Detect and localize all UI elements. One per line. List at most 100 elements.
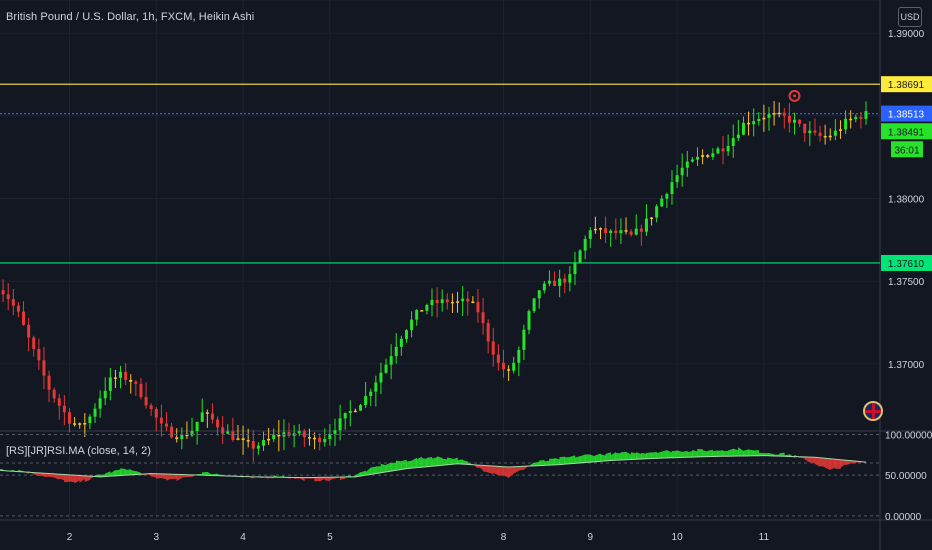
candle-body [93, 408, 97, 417]
candle-body [113, 377, 117, 379]
candle-body [379, 372, 383, 383]
rsi-band [748, 449, 754, 457]
candle-body [537, 290, 541, 299]
rsi-band [702, 450, 708, 457]
currency-button[interactable]: USD [898, 7, 922, 27]
rsi-band [513, 466, 519, 474]
support-label: 1.37610 [888, 259, 925, 270]
candle-body [685, 161, 689, 168]
candle-body [450, 301, 454, 304]
rsi-band [595, 453, 601, 462]
candle-body [164, 423, 168, 427]
rsi-band [743, 449, 749, 457]
candle-body [170, 426, 174, 438]
candle-body [721, 148, 725, 152]
candle-body [246, 440, 250, 442]
candle-body [833, 130, 837, 136]
rsi-band [452, 457, 458, 465]
candle-body [175, 437, 179, 440]
candle-body [803, 123, 807, 134]
candle-body [481, 312, 485, 324]
uk-flag-icon[interactable] [863, 401, 883, 421]
rsi-band [697, 449, 703, 458]
candle-body [256, 445, 260, 449]
rsi-band [74, 474, 80, 484]
rsi-band [600, 454, 606, 462]
candle-body [793, 119, 797, 123]
rsi-band [814, 457, 821, 467]
candle-body [787, 115, 791, 123]
candle-body [655, 206, 659, 218]
candle-body [573, 262, 577, 275]
rsi-band [692, 449, 698, 458]
horizontal-lines[interactable]: 1.38691 1.38513 1.37610 1.38491 36:01 [0, 76, 932, 271]
candle-body [389, 356, 393, 365]
rsi-band [564, 457, 571, 465]
rsi-band [447, 457, 453, 465]
candle-body [609, 230, 613, 234]
chart-canvas[interactable]: 1.386911.385131.376101.3849136:01 100.00… [0, 0, 932, 550]
close-label: 1.38491 [888, 127, 925, 138]
candle-body [752, 121, 756, 125]
candle-body [210, 413, 214, 420]
rsi-band [161, 473, 167, 480]
candle-body [650, 217, 654, 219]
rsi-band [171, 474, 177, 480]
rsi-band [584, 454, 591, 463]
rsi-band [385, 462, 392, 473]
candle-body [614, 230, 618, 234]
candle-body [11, 299, 15, 306]
candle-body [563, 278, 567, 283]
candle-body [267, 438, 271, 441]
rsi-band [804, 456, 811, 463]
time-tick-label: 10 [672, 532, 684, 543]
candle-body [644, 218, 648, 232]
candle-body [604, 228, 608, 234]
rsi-band [590, 454, 596, 463]
rsi-band [738, 447, 744, 457]
candle-body [838, 129, 842, 131]
rsi-band [125, 469, 131, 476]
rsi-band [426, 457, 433, 467]
candle-body [517, 349, 521, 363]
candle-body [149, 405, 153, 410]
rsi-band [722, 450, 729, 457]
rsi-band [625, 451, 632, 460]
candle-body [532, 298, 536, 312]
candle-body [690, 159, 694, 162]
rsi-band [615, 453, 622, 461]
candle-body [369, 391, 373, 397]
candle-body [1, 290, 5, 295]
candle-body [818, 132, 822, 136]
candle-body [629, 231, 633, 235]
candle-body [348, 410, 352, 413]
candle-body [32, 337, 36, 349]
rsi-band [482, 465, 489, 473]
candle-body [527, 311, 531, 330]
rsi-band [401, 459, 407, 470]
candle-body [849, 118, 853, 121]
price-tick-label: 1.38000 [888, 194, 925, 205]
candle-body [772, 113, 776, 115]
candle-body [27, 324, 31, 338]
candle-body [384, 364, 388, 373]
candle-body [854, 116, 858, 120]
indicator-title: [RS][JR]RSI.MA (close, 14, 2) [6, 445, 151, 457]
candle-body [216, 419, 220, 428]
time-tick-label: 9 [588, 532, 594, 543]
rsi-band [646, 452, 652, 460]
rsi-band [707, 449, 714, 457]
candle-body [445, 299, 449, 303]
candle-body [624, 230, 628, 232]
rsi-band [824, 458, 831, 471]
candle-body [221, 427, 225, 434]
candle-body [73, 423, 77, 425]
rsi-band [176, 474, 183, 482]
resistance-label: 1.38691 [888, 80, 925, 91]
candle-body [486, 323, 490, 342]
rsi-band [549, 458, 555, 466]
candle-body [501, 362, 505, 370]
rsi-band [610, 451, 617, 461]
candle-body [42, 360, 46, 376]
candle-body [134, 381, 138, 384]
